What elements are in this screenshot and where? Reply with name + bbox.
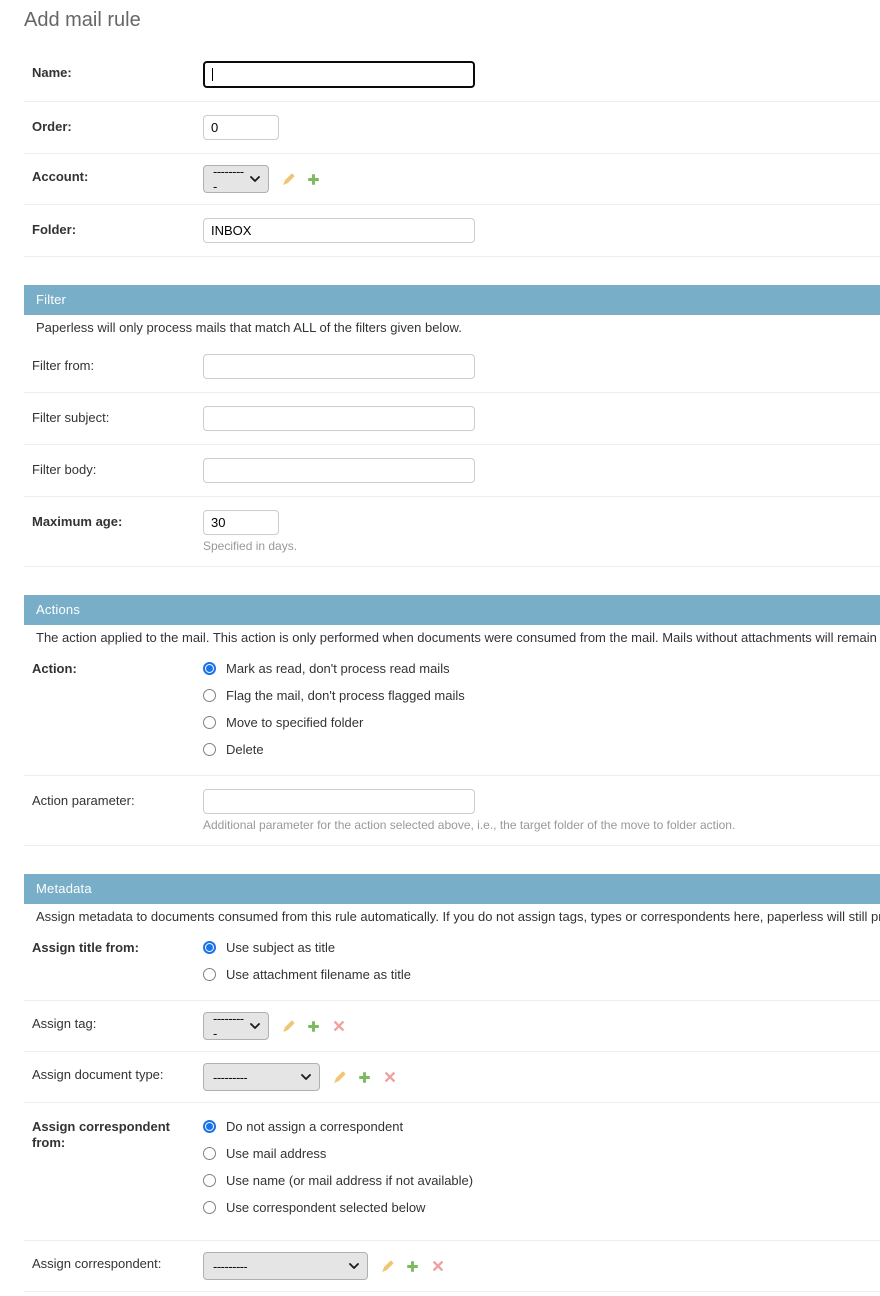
assign-correspondent-from-label: Assign correspondent from: bbox=[32, 1113, 203, 1221]
assign-correspondent-label: Assign correspondent: bbox=[32, 1252, 203, 1280]
assign-tag-label: Assign tag: bbox=[32, 1012, 203, 1040]
metadata-fieldset: Metadata Assign metadata to documents co… bbox=[24, 874, 880, 1292]
filter-section-header: Filter bbox=[24, 285, 880, 315]
assign-correspondent-row: Assign correspondent: --------- bbox=[24, 1241, 880, 1292]
chevron-down-icon bbox=[250, 176, 260, 182]
filter-fieldset: Filter Paperless will only process mails… bbox=[24, 285, 880, 567]
action-row: Action: Mark as read, don't process read… bbox=[24, 651, 880, 776]
order-input[interactable] bbox=[203, 115, 279, 140]
assign-title-from-label: Assign title from: bbox=[32, 934, 203, 988]
filter-subject-input[interactable] bbox=[203, 406, 475, 431]
correspondent-option-selected-below[interactable]: Use correspondent selected below bbox=[203, 1194, 880, 1221]
correspondent-option-name[interactable]: Use name (or mail address if not availab… bbox=[203, 1167, 880, 1194]
folder-row: Folder: bbox=[24, 205, 880, 257]
maximum-age-row: Maximum age: Specified in days. bbox=[24, 497, 880, 567]
correspondent-option-none[interactable]: Do not assign a correspondent bbox=[203, 1113, 880, 1140]
maximum-age-input[interactable] bbox=[203, 510, 279, 535]
filter-subject-label: Filter subject: bbox=[32, 406, 203, 431]
radio-unchecked-icon[interactable] bbox=[203, 1174, 216, 1187]
chevron-down-icon bbox=[301, 1074, 311, 1080]
account-row: Account: --------- bbox=[24, 154, 880, 205]
title-option-attachment-filename[interactable]: Use attachment filename as title bbox=[203, 961, 880, 988]
metadata-description: Assign metadata to documents consumed fr… bbox=[24, 904, 880, 930]
assign-correspondent-select[interactable]: --------- bbox=[203, 1252, 368, 1280]
delete-document-type-cross-icon[interactable] bbox=[384, 1071, 396, 1083]
radio-checked-icon[interactable] bbox=[203, 1120, 216, 1133]
folder-input[interactable] bbox=[203, 218, 475, 243]
radio-unchecked-icon[interactable] bbox=[203, 1201, 216, 1214]
add-correspondent-plus-icon[interactable] bbox=[406, 1260, 419, 1273]
text-cursor bbox=[212, 68, 213, 81]
name-label: Name: bbox=[32, 61, 203, 88]
folder-label: Folder: bbox=[32, 218, 203, 243]
metadata-section-header: Metadata bbox=[24, 874, 880, 904]
name-input[interactable] bbox=[203, 61, 475, 88]
correspondent-option-mail-address[interactable]: Use mail address bbox=[203, 1140, 880, 1167]
action-parameter-label: Action parameter: bbox=[32, 789, 203, 833]
assign-document-type-row: Assign document type: --------- bbox=[24, 1052, 880, 1103]
edit-account-pencil-icon[interactable] bbox=[282, 173, 295, 186]
radio-unchecked-icon[interactable] bbox=[203, 689, 216, 702]
action-option-move-folder[interactable]: Move to specified folder bbox=[203, 709, 880, 736]
filter-from-label: Filter from: bbox=[32, 354, 203, 379]
filter-from-input[interactable] bbox=[203, 354, 475, 379]
actions-description: The action applied to the mail. This act… bbox=[24, 625, 880, 651]
title-option-subject[interactable]: Use subject as title bbox=[203, 934, 880, 961]
radio-unchecked-icon[interactable] bbox=[203, 968, 216, 981]
filter-body-label: Filter body: bbox=[32, 458, 203, 483]
page-title: Add mail rule bbox=[0, 0, 880, 32]
action-label: Action: bbox=[32, 655, 203, 763]
action-parameter-help: Additional parameter for the action sele… bbox=[203, 818, 880, 833]
delete-correspondent-cross-icon[interactable] bbox=[432, 1260, 444, 1272]
radio-checked-icon[interactable] bbox=[203, 941, 216, 954]
assign-document-type-select[interactable]: --------- bbox=[203, 1063, 320, 1091]
filter-body-input[interactable] bbox=[203, 458, 475, 483]
account-select[interactable]: --------- bbox=[203, 165, 269, 193]
assign-document-type-label: Assign document type: bbox=[32, 1063, 203, 1091]
filter-body-row: Filter body: bbox=[24, 445, 880, 497]
add-account-plus-icon[interactable] bbox=[307, 173, 320, 186]
delete-tag-cross-icon[interactable] bbox=[333, 1020, 345, 1032]
action-parameter-input[interactable] bbox=[203, 789, 475, 814]
radio-unchecked-icon[interactable] bbox=[203, 716, 216, 729]
order-label: Order: bbox=[32, 115, 203, 140]
order-row: Order: bbox=[24, 102, 880, 154]
action-option-mark-as-read[interactable]: Mark as read, don't process read mails bbox=[203, 655, 880, 682]
add-document-type-plus-icon[interactable] bbox=[358, 1071, 371, 1084]
edit-tag-pencil-icon[interactable] bbox=[282, 1020, 295, 1033]
actions-section-header: Actions bbox=[24, 595, 880, 625]
actions-fieldset: Actions The action applied to the mail. … bbox=[24, 595, 880, 846]
account-label: Account: bbox=[32, 165, 203, 193]
assign-tag-select[interactable]: --------- bbox=[203, 1012, 269, 1040]
assign-title-from-row: Assign title from: Use subject as title … bbox=[24, 930, 880, 1001]
action-option-delete[interactable]: Delete bbox=[203, 736, 880, 763]
chevron-down-icon bbox=[250, 1023, 260, 1029]
radio-unchecked-icon[interactable] bbox=[203, 1147, 216, 1160]
action-parameter-row: Action parameter: Additional parameter f… bbox=[24, 776, 880, 846]
maximum-age-help: Specified in days. bbox=[203, 539, 880, 554]
chevron-down-icon bbox=[349, 1263, 359, 1269]
assign-tag-row: Assign tag: --------- bbox=[24, 1001, 880, 1052]
name-row: Name: bbox=[24, 48, 880, 102]
filter-subject-row: Filter subject: bbox=[24, 393, 880, 445]
edit-document-type-pencil-icon[interactable] bbox=[333, 1071, 346, 1084]
edit-correspondent-pencil-icon[interactable] bbox=[381, 1260, 394, 1273]
add-tag-plus-icon[interactable] bbox=[307, 1020, 320, 1033]
action-option-flag-mail[interactable]: Flag the mail, don't process flagged mai… bbox=[203, 682, 880, 709]
assign-correspondent-from-row: Assign correspondent from: Do not assign… bbox=[24, 1103, 880, 1241]
maximum-age-label: Maximum age: bbox=[32, 510, 203, 554]
general-fieldset: Name: Order: Account: --------- Folder: bbox=[24, 48, 880, 257]
filter-from-row: Filter from: bbox=[24, 341, 880, 393]
radio-unchecked-icon[interactable] bbox=[203, 743, 216, 756]
filter-description: Paperless will only process mails that m… bbox=[24, 315, 880, 341]
radio-checked-icon[interactable] bbox=[203, 662, 216, 675]
